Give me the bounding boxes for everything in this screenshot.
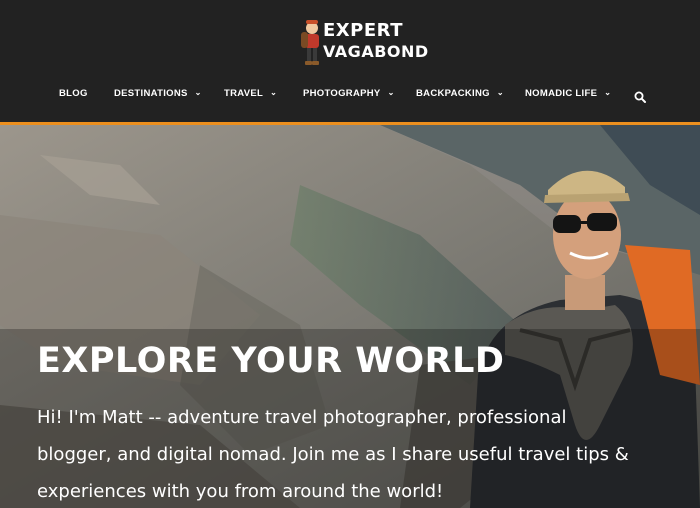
nav-item-nomadic-life[interactable]: NOMADIC LIFE ⌄	[525, 88, 611, 99]
nav-item-label: BLOG	[59, 88, 88, 99]
chevron-down-icon: ⌄	[604, 88, 612, 97]
chevron-down-icon: ⌄	[387, 88, 395, 97]
site-header: EXPERT VAGABOND BLOG DESTINATIONS ⌄ TRAVE…	[0, 0, 700, 122]
hero-description: Hi! I'm Matt -- adventure travel photogr…	[37, 407, 629, 502]
chevron-down-icon: ⌄	[496, 88, 504, 97]
nav-item-blog[interactable]: BLOG	[59, 88, 88, 99]
search-icon[interactable]	[634, 91, 646, 103]
hero-banner: EXPLORE YOUR WORLD Hi! I'm Matt -- adven…	[0, 125, 700, 508]
nav-item-destinations[interactable]: DESTINATIONS ⌄	[114, 88, 202, 99]
nav-item-travel[interactable]: TRAVEL ⌄	[224, 88, 277, 99]
nav-item-label: DESTINATIONS	[114, 88, 188, 99]
chevron-down-icon: ⌄	[194, 88, 202, 97]
nav-item-backpacking[interactable]: BACKPACKING ⌄	[416, 88, 504, 99]
nav-item-photography[interactable]: PHOTOGRAPHY ⌄	[303, 88, 395, 99]
site-logo[interactable]: EXPERT VAGABOND	[298, 14, 428, 70]
backpacker-mascot-icon	[301, 20, 319, 65]
nav-item-label: NOMADIC LIFE	[525, 88, 598, 99]
main-nav: BLOG DESTINATIONS ⌄ TRAVEL ⌄ PHOTOGRAPHY ⌄ …	[0, 88, 700, 108]
nav-item-label: BACKPACKING	[416, 88, 490, 99]
logo-text-vagabond: VAGABOND	[323, 42, 429, 61]
hero-title: EXPLORE YOUR WORLD	[37, 341, 505, 381]
logo-text-expert: EXPERT	[323, 20, 403, 41]
nav-item-label: TRAVEL	[224, 88, 264, 99]
nav-item-label: PHOTOGRAPHY	[303, 88, 381, 99]
chevron-down-icon: ⌄	[270, 88, 278, 97]
